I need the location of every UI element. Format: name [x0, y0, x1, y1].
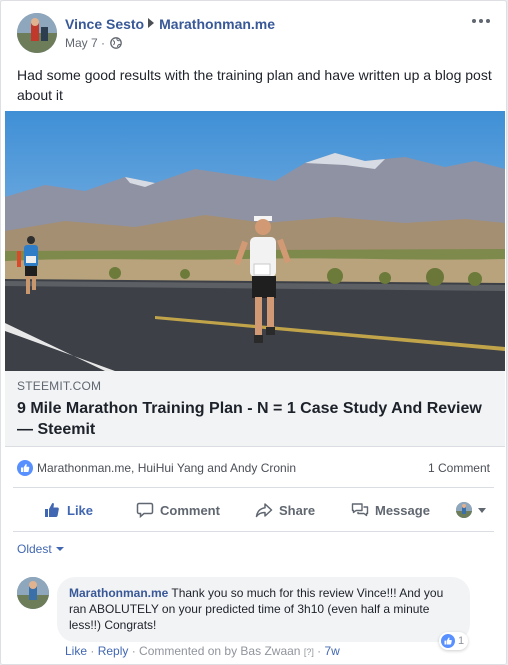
commented-on-by: Commented on by Bas Zwaan — [139, 644, 301, 658]
share-arrow-icon — [255, 503, 273, 518]
post-header: Vince Sesto Marathonman.me May 7 · — [17, 13, 494, 55]
comment-bubble-icon — [136, 502, 154, 519]
post-meta: May 7 · — [65, 36, 123, 52]
comment-bubble: Marathonman.me Thank you so much for this… — [57, 577, 470, 642]
comment-sort-label: Oldest — [17, 542, 52, 556]
comments-section: Oldest Marathonman.me Thank you so much f… — [1, 532, 506, 664]
thumbs-up-icon — [45, 503, 59, 517]
more-options-icon[interactable] — [472, 16, 492, 26]
like-reaction-icon[interactable] — [17, 460, 33, 476]
globe-icon[interactable] — [110, 37, 123, 52]
dot-separator: · — [128, 644, 140, 658]
target-page-name[interactable]: Marathonman.me — [159, 16, 275, 32]
author-name[interactable]: Vince Sesto — [65, 16, 144, 32]
like-button[interactable]: Like — [43, 493, 93, 527]
post-date[interactable]: May 7 — [65, 36, 98, 50]
like-label: Like — [67, 502, 94, 518]
link-preview[interactable]: STEEMIT.COM 9 Mile Marathon Training Pla… — [5, 371, 505, 447]
message-icon — [351, 503, 369, 517]
comment-button[interactable]: Comment — [136, 493, 220, 527]
dot-separator: · — [87, 644, 98, 658]
author-avatar[interactable] — [17, 13, 57, 53]
share-button[interactable]: Share — [255, 493, 315, 527]
comment-actions: Like · Reply · Commented on by Bas Zwaan… — [65, 644, 340, 658]
shared-to-arrow-icon — [148, 18, 155, 28]
dot-separator: · — [313, 644, 325, 658]
reaction-names[interactable]: Marathonman.me, HuiHui Yang and Andy Cro… — [37, 461, 296, 475]
post-as-selector[interactable] — [456, 493, 486, 527]
post-text: Had some good results with the training … — [17, 67, 492, 103]
post-photo[interactable] — [5, 111, 505, 371]
comment-reply-link[interactable]: Reply — [98, 644, 129, 658]
reactions-bar: Marathonman.me, HuiHui Yang and Andy Cro… — [17, 457, 490, 479]
comment-age[interactable]: 7w — [325, 644, 340, 658]
comment-like-count[interactable]: 1 — [439, 632, 469, 650]
chevron-down-icon — [478, 507, 486, 513]
comment-sort-dropdown[interactable]: Oldest — [17, 542, 64, 556]
comment-label: Comment — [160, 502, 220, 518]
meta-separator: · — [97, 36, 109, 50]
link-domain: STEEMIT.COM — [17, 379, 102, 393]
post-header-names: Vince Sesto Marathonman.me — [65, 16, 275, 32]
comment-count[interactable]: 1 Comment — [428, 461, 490, 475]
chevron-down-icon — [55, 547, 64, 551]
comment-like-number: 1 — [458, 635, 465, 647]
divider — [13, 487, 494, 488]
message-button[interactable]: Message — [351, 493, 430, 527]
share-label: Share — [279, 502, 316, 518]
link-title[interactable]: 9 Mile Marathon Training Plan - N = 1 Ca… — [17, 398, 487, 440]
action-bar: Like Comment Share Message — [13, 493, 494, 527]
message-label: Message — [375, 502, 430, 518]
page-avatar — [456, 502, 472, 518]
comment-like-link[interactable]: Like — [65, 644, 87, 658]
post-card: Vince Sesto Marathonman.me May 7 · Had so… — [0, 0, 507, 665]
like-reaction-icon — [441, 634, 455, 648]
help-link[interactable]: [?] — [304, 647, 314, 657]
comment-author[interactable]: Marathonman.me — [69, 586, 168, 600]
commenter-avatar[interactable] — [17, 577, 49, 609]
